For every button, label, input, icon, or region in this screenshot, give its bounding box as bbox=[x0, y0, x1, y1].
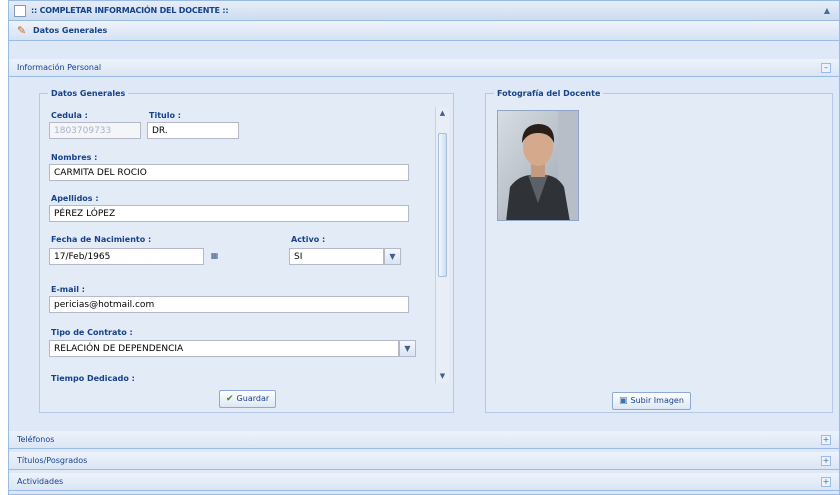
subtitle-text: Datos Generales bbox=[33, 26, 108, 35]
window-icon bbox=[14, 5, 26, 17]
titulo-field[interactable]: DR. bbox=[147, 122, 239, 139]
check-icon: ✔ bbox=[226, 394, 234, 404]
expand-icon[interactable]: + bbox=[821, 435, 831, 445]
cedula-label: Cedula : bbox=[51, 111, 88, 120]
calendar-icon[interactable]: ▦ bbox=[206, 248, 223, 265]
form-scrollbar[interactable]: ▲ ▼ bbox=[435, 107, 449, 383]
cedula-field[interactable]: 1803709733 bbox=[49, 122, 141, 139]
window-title: :: COMPLETAR INFORMACIÓN DEL DOCENTE :: bbox=[31, 6, 229, 15]
accordion-header-actividades[interactable]: Actividades + bbox=[9, 473, 839, 491]
activo-select[interactable]: SI bbox=[289, 248, 384, 265]
nombres-field[interactable]: CARMITA DEL ROCIO bbox=[49, 164, 409, 181]
accordion-header-personal[interactable]: Información Personal – bbox=[9, 59, 839, 77]
scroll-up-icon[interactable]: ▲ bbox=[436, 107, 449, 120]
activo-dropdown-icon[interactable]: ▼ bbox=[384, 248, 401, 265]
accordion-label-telefonos: Teléfonos bbox=[17, 435, 55, 444]
datos-generales-legend: Datos Generales bbox=[51, 89, 126, 98]
subtitle-bar: ✎ Datos Generales bbox=[9, 21, 839, 41]
fotografia-legend: Fotografía del Docente bbox=[497, 89, 601, 98]
accordion-label-personal: Información Personal bbox=[17, 63, 102, 72]
accordion-header-telefonos[interactable]: Teléfonos + bbox=[9, 431, 839, 449]
image-icon: ▣ bbox=[619, 396, 628, 406]
titulo-label: Titulo : bbox=[149, 111, 181, 120]
nombres-label: Nombres : bbox=[51, 153, 98, 162]
scroll-thumb[interactable] bbox=[438, 133, 447, 277]
teacher-photo bbox=[497, 110, 579, 221]
scroll-down-icon[interactable]: ▼ bbox=[436, 370, 449, 383]
expand-icon[interactable]: + bbox=[821, 477, 831, 487]
tipo-contrato-select[interactable]: RELACIÓN DE DEPENDENCIA bbox=[49, 340, 399, 357]
activo-label: Activo : bbox=[291, 235, 326, 244]
accordion-label-actividades: Actividades bbox=[17, 477, 64, 486]
guardar-button[interactable]: ✔ Guardar bbox=[219, 390, 277, 408]
expand-icon[interactable]: + bbox=[821, 456, 831, 466]
window-collapse-icon[interactable]: ▲ bbox=[821, 5, 833, 16]
tipo-contrato-label: Tipo de Contrato : bbox=[51, 328, 133, 337]
pencil-icon: ✎ bbox=[17, 24, 27, 37]
tipo-contrato-dropdown-icon[interactable]: ▼ bbox=[399, 340, 416, 357]
fecha-nacimiento-label: Fecha de Nacimiento : bbox=[51, 235, 152, 244]
apellidos-field[interactable]: PÉREZ LÓPEZ bbox=[49, 205, 409, 222]
tiempo-dedicado-label: Tiempo Dedicado : bbox=[51, 374, 135, 383]
subir-imagen-label: Subir Imagen bbox=[630, 396, 684, 405]
email-label: E-mail : bbox=[51, 285, 85, 294]
accordion-header-titulos[interactable]: Títulos/Posgrados + bbox=[9, 452, 839, 470]
window-titlebar: :: COMPLETAR INFORMACIÓN DEL DOCENTE :: … bbox=[9, 1, 839, 21]
collapse-icon[interactable]: – bbox=[821, 63, 831, 73]
guardar-label: Guardar bbox=[236, 394, 270, 403]
docente-window: :: COMPLETAR INFORMACIÓN DEL DOCENTE :: … bbox=[8, 0, 840, 495]
apellidos-label: Apellidos : bbox=[51, 194, 99, 203]
accordion-label-titulos: Títulos/Posgrados bbox=[17, 456, 88, 465]
subir-imagen-button[interactable]: ▣ Subir Imagen bbox=[612, 392, 691, 410]
email-field[interactable]: pericias@hotmail.com bbox=[49, 296, 409, 313]
fecha-nacimiento-field[interactable]: 17/Feb/1965 bbox=[49, 248, 204, 265]
